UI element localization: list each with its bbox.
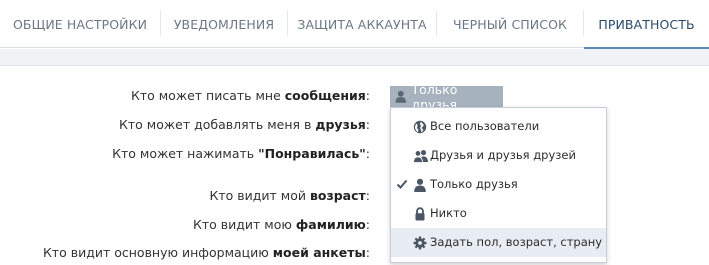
row-label-surname: Кто видит мою фамилию: [193,217,370,232]
row-label-age: Кто видит мой возраст: [209,188,371,203]
row-label-profile-info: Кто видит основную информацию моей анкет… [42,245,370,260]
section-gap [0,49,709,66]
dropdown-item-friends-of-friends[interactable]: Друзья и друзья друзей [391,141,606,170]
privacy-select-messages[interactable]: Только друзья [390,82,503,112]
tab-account-security[interactable]: ЗАЩИТА АККАУНТА [288,0,436,48]
tab-privacy[interactable]: ПРИВАТНОСТЬ [584,0,709,49]
dropdown-item-label: Никто [430,206,467,220]
dropdown-item-label: Задать пол, возраст, страну [430,235,603,249]
dropdown-item-friends-only[interactable]: Только друзья [391,170,606,199]
dropdown-item-label: Друзья и друзья друзей [430,148,576,162]
row-label-likes: Кто может нажимать "Понравилась": [112,146,370,161]
tab-notifications[interactable]: УВЕДОМЛЕНИЯ [161,0,287,48]
dropdown-item-label: Только друзья [430,177,518,191]
row-label-friends: Кто может добавлять меня в друзья: [119,117,370,132]
globe-icon [413,120,427,134]
settings-tabs: ОБЩИЕ НАСТРОЙКИ УВЕДОМЛЕНИЯ ЗАЩИТА АККАУ… [0,0,709,49]
privacy-dropdown: Все пользователи Друзья и друзья друзей … [390,107,607,263]
dropdown-item-set-gender-age-country[interactable]: Задать пол, возраст, страну [391,228,606,257]
row-label-messages: Кто может писать мне сообщения: [130,88,370,103]
dropdown-item-all-users[interactable]: Все пользователи [391,112,606,141]
lock-icon [415,207,425,221]
dropdown-item-label: Все пользователи [430,119,540,133]
user-icon [414,178,426,192]
tab-general-settings[interactable]: ОБЩИЕ НАСТРОЙКИ [0,0,160,48]
checkmark-icon [396,179,408,189]
dropdown-item-nobody[interactable]: Никто [391,199,606,228]
tab-blacklist[interactable]: ЧЕРНЫЙ СПИСОК [437,0,583,48]
gear-icon [413,236,427,250]
users-icon [413,150,428,163]
user-icon [395,90,407,103]
